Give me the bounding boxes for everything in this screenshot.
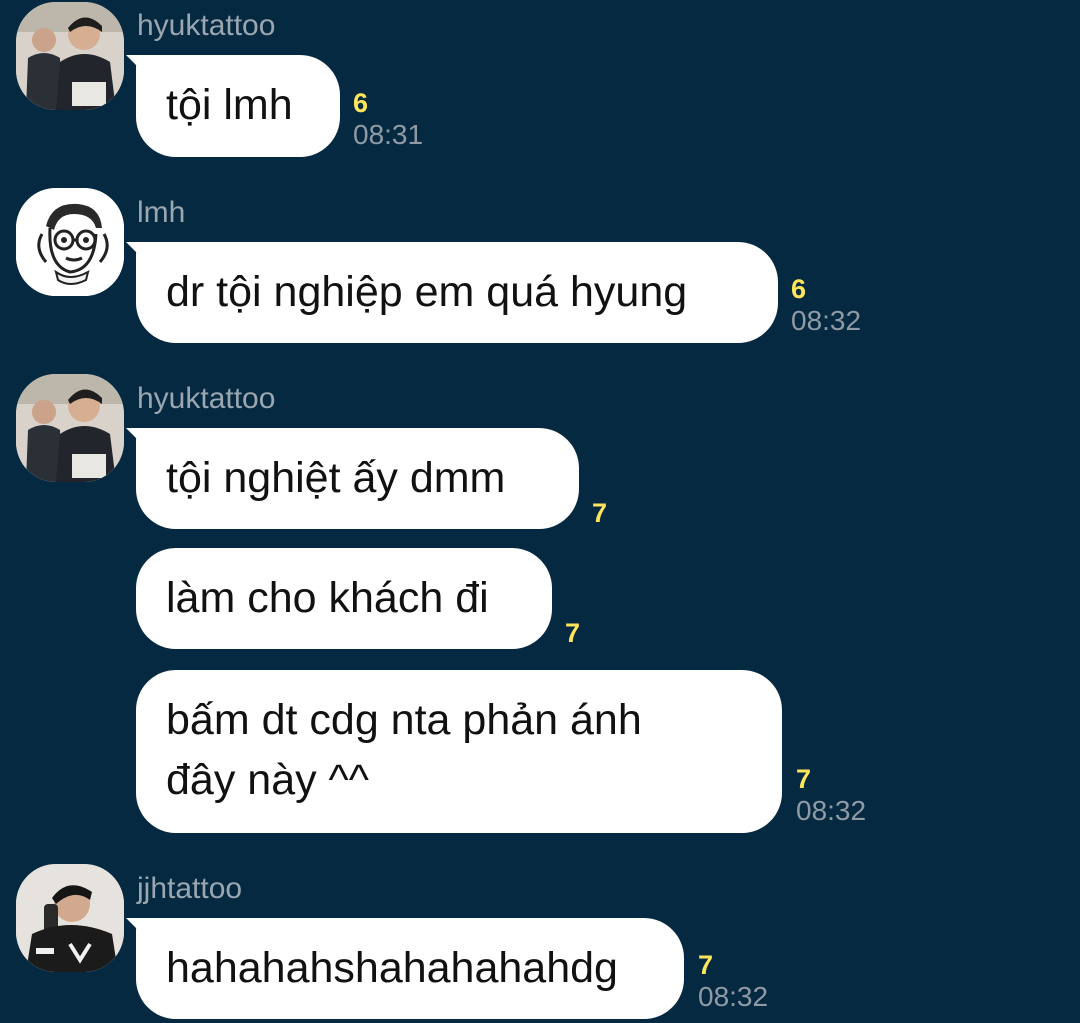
photo-avatar-icon <box>16 2 124 110</box>
unread-count: 7 <box>592 498 608 528</box>
unread-count: 6 <box>353 88 369 118</box>
message-meta: 7 08:32 <box>698 950 768 1014</box>
message-time: 08:31 <box>353 119 424 150</box>
unread-count: 7 <box>796 764 812 794</box>
message-time: 08:32 <box>791 305 862 336</box>
unread-count: 6 <box>791 274 807 304</box>
message-bubble[interactable]: dr tội nghiệp em quá hyung <box>136 242 778 343</box>
unread-count: 7 <box>565 618 581 648</box>
message-time: 08:32 <box>796 795 867 826</box>
message-text: tội lmh <box>166 81 293 129</box>
avatar-jjhtattoo[interactable] <box>16 864 124 972</box>
photo-avatar-icon <box>16 864 124 972</box>
message-text: bấm dt cdg nta phản ánh đây này ^^ <box>166 696 642 804</box>
message-text: làm cho khách đi <box>166 574 489 622</box>
message-text: tội nghiệt ấy dmm <box>166 454 506 502</box>
message-text: dr tội nghiệp em quá hyung <box>166 268 688 316</box>
photo-avatar-icon <box>16 374 124 482</box>
message-meta: 7 <box>592 498 607 528</box>
message-bubble[interactable]: bấm dt cdg nta phản ánh đây này ^^ <box>136 670 782 833</box>
message-meta: 7 08:32 <box>796 764 866 828</box>
avatar-hyuktattoo[interactable] <box>16 2 124 110</box>
message-bubble[interactable]: hahahahshahahahahdg <box>136 918 684 1019</box>
message-meta: 6 08:31 <box>353 88 423 152</box>
message-time: 08:32 <box>698 981 769 1012</box>
sender-name: lmh <box>137 196 186 229</box>
message-bubble[interactable]: tội nghiệt ấy dmm <box>136 428 579 529</box>
message-bubble[interactable]: làm cho khách đi <box>136 548 552 649</box>
message-bubble[interactable]: tội lmh <box>136 55 340 157</box>
unread-count: 7 <box>698 950 714 980</box>
sender-name: jjhtattoo <box>137 872 243 905</box>
cartoon-glasses-icon <box>16 188 124 296</box>
message-meta: 7 <box>565 618 580 648</box>
avatar-hyuktattoo[interactable] <box>16 374 124 482</box>
message-text: hahahahshahahahahdg <box>166 944 618 992</box>
message-meta: 6 08:32 <box>791 274 861 338</box>
avatar-lmh[interactable] <box>16 188 124 296</box>
sender-name: hyuktattoo <box>137 9 276 42</box>
sender-name: hyuktattoo <box>137 382 276 415</box>
